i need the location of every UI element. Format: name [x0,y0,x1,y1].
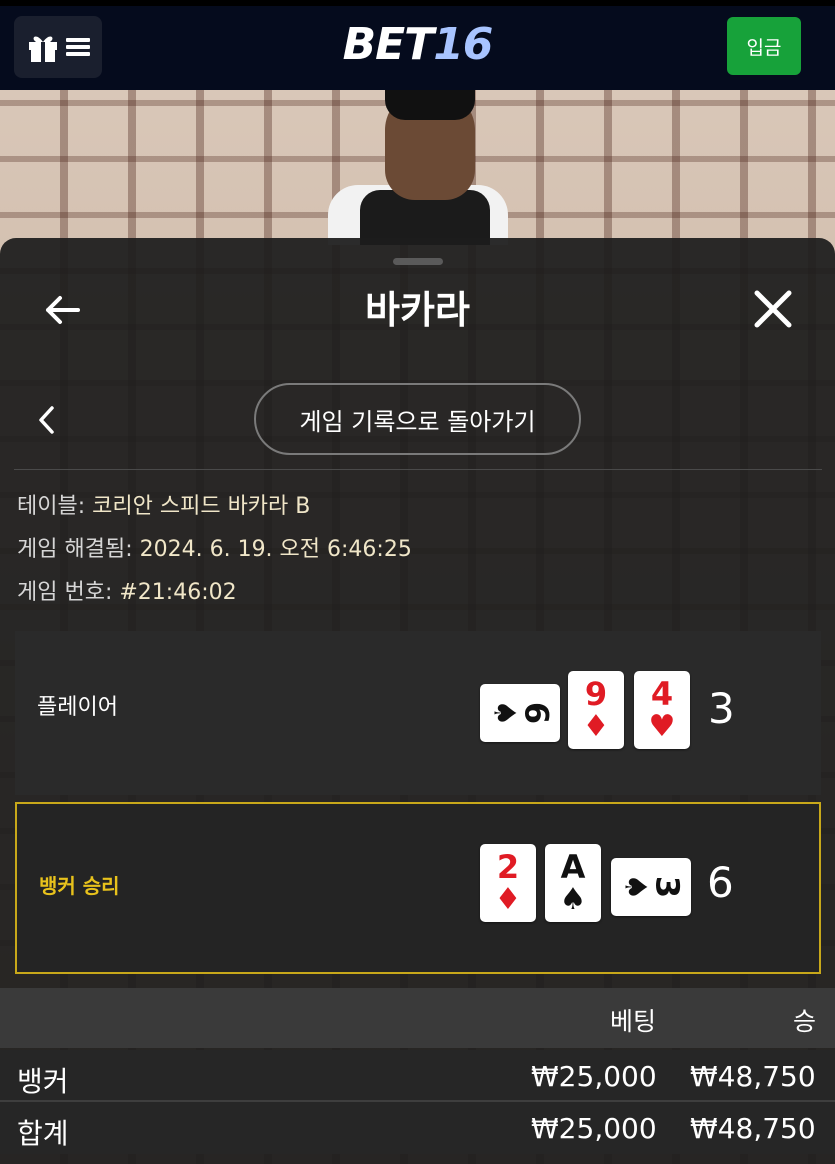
top-bar: BET16 입금 [0,0,835,90]
total-bet-amount: ₩25,000 [531,1112,657,1145]
card-rank: 3 [648,875,686,899]
bet-type: 뱅커 [17,1065,69,1098]
bets-table-header: 베팅 승 [0,988,835,1048]
game-number-label: 게임 번호: [17,580,120,605]
card-rank: 2 [496,848,520,886]
spade-icon: ♠ [617,873,652,901]
banker-hand: 뱅커 승리 2 ♦ A ♠ 3 ♠ 6 [15,802,821,974]
bet-amount: ₩25,000 [531,1060,657,1093]
game-number-value: #21:46:02 [119,580,237,605]
player-label: 플레이어 [37,695,118,720]
card-rank: 4 [650,675,674,713]
banker-card-1: 2 ♦ [480,844,536,922]
resolved-info: 게임 해결됨: 2024. 6. 19. 오전 6:46:25 [17,534,412,566]
spade-icon: ♠ [559,882,587,917]
banker-card-2: A ♠ [545,844,601,922]
chevron-left-icon[interactable] [36,404,58,436]
col-win-header: 승 [793,1007,817,1036]
brand-logo[interactable]: BET16 [0,20,835,70]
back-to-history-button[interactable]: 게임 기록으로 돌아가기 [254,383,581,455]
table-value: 코리안 스피드 바카라 B [92,494,311,519]
sheet-title: 바카라 [365,288,470,332]
win-amount: ₩48,750 [690,1060,816,1093]
table-info: 테이블: 코리안 스피드 바카라 B [17,491,310,523]
total-win-amount: ₩48,750 [690,1112,816,1145]
table-label: 테이블: [17,494,93,519]
resolved-value: 2024. 6. 19. 오전 6:46:25 [139,537,412,562]
spade-icon: ♠ [486,699,521,727]
logo-text: BET [342,19,435,70]
col-bet-header: 베팅 [610,1007,657,1036]
card-rank: 6 [517,701,555,725]
game-history-sheet: 바카라 게임 기록으로 돌아가기 테이블: 코리안 스피드 바카라 B 게임 해… [0,238,835,1164]
total-label: 합계 [17,1117,69,1150]
dealer-hair [385,90,475,120]
logo-number: 16 [433,19,493,70]
player-score: 3 [708,684,735,733]
heart-icon: ♥ [648,709,676,744]
close-icon[interactable] [752,288,794,330]
banker-score: 6 [707,858,734,907]
resolved-label: 게임 해결됨: [17,537,140,562]
player-card-2: 9 ♦ [568,671,624,749]
player-card-1: 6 ♠ [480,684,560,742]
card-rank: A [560,848,586,886]
diamond-icon: ♦ [582,709,610,744]
divider [14,469,822,470]
card-rank: 9 [584,675,608,713]
banker-win-label: 뱅커 승리 [39,874,120,898]
drag-handle[interactable] [393,258,443,265]
game-number-info: 게임 번호: #21:46:02 [17,577,237,609]
banker-card-3: 3 ♠ [611,858,691,916]
diamond-icon: ♦ [494,882,522,917]
table-row: 뱅커 ₩25,000 ₩48,750 [0,1050,835,1102]
player-hand: 플레이어 6 ♠ 9 ♦ 4 ♥ 3 [15,631,821,795]
player-card-3: 4 ♥ [634,671,690,749]
table-row-total: 합계 ₩25,000 ₩48,750 [0,1102,835,1154]
deposit-button[interactable]: 입금 [727,17,801,75]
